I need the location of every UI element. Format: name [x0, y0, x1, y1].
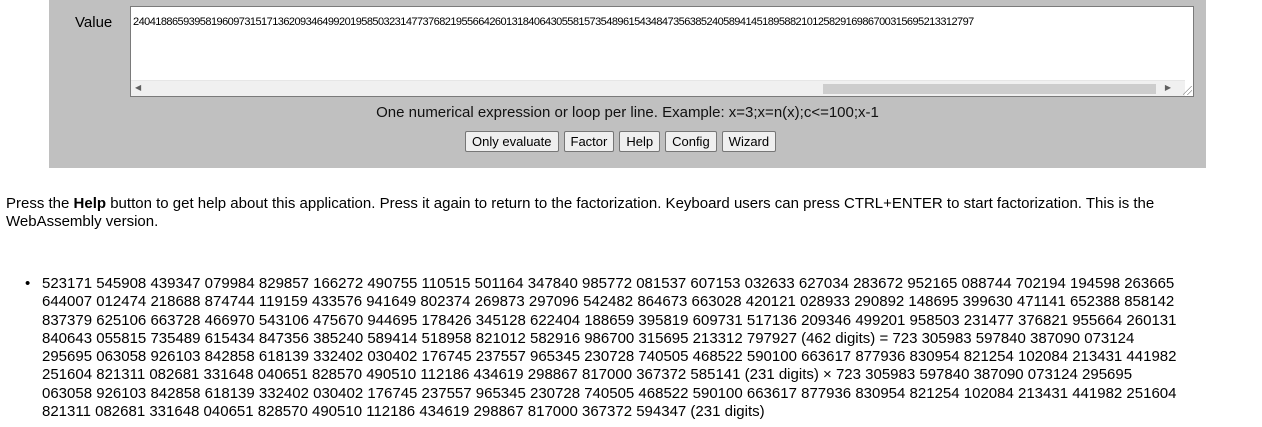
- scrollbar-thumb[interactable]: [823, 84, 1156, 94]
- help-button[interactable]: Help: [619, 131, 661, 152]
- input-hint: One numerical expression or loop per lin…: [376, 104, 879, 121]
- result-line: 840643 055815 735489 615434 847356 38524…: [42, 329, 1135, 347]
- scroll-right-arrow-icon[interactable]: ▶: [1165, 83, 1171, 92]
- help-text-prefix: Press the: [6, 195, 74, 212]
- result-line: 837379 625106 663728 466970 543106 47567…: [42, 311, 1177, 329]
- result-line: 063058 926103 842858 618139 332402 03040…: [42, 384, 1177, 402]
- result-list: • 523171 545908 439347 079984 829857 166…: [6, 275, 1256, 421]
- result-line: 251604 821311 082681 331648 040651 82857…: [42, 366, 1133, 384]
- factor-button[interactable]: Factor: [563, 131, 615, 152]
- value-textarea[interactable]: 2404188659395819609731517136209346499201…: [130, 6, 1194, 97]
- result-line: 644007 012474 218688 874744 119159 43357…: [42, 293, 1175, 311]
- help-text-suffix: button to get help about this applicatio…: [6, 195, 1155, 230]
- value-textarea-content[interactable]: 2404188659395819609731517136209346499201…: [133, 16, 974, 28]
- scroll-left-arrow-icon[interactable]: ◀: [135, 83, 141, 92]
- help-text-bold: Help: [73, 195, 107, 212]
- result-line: 295695 063058 926103 842858 618139 33240…: [42, 348, 1177, 366]
- resize-grip-icon[interactable]: [1183, 86, 1192, 95]
- result-line: 523171 545908 439347 079984 829857 16627…: [42, 275, 1175, 292]
- input-panel: Value 2404188659395819609731517136209346…: [49, 0, 1206, 168]
- button-row: Only evaluate Factor Help Config Wizard: [465, 131, 777, 152]
- wizard-button[interactable]: Wizard: [721, 131, 777, 152]
- value-label: Value: [75, 14, 113, 31]
- help-description: Press the Help button to get help about …: [6, 195, 1251, 231]
- horizontal-scrollbar[interactable]: ◀ ▶: [131, 80, 1185, 96]
- config-button[interactable]: Config: [665, 131, 717, 152]
- factorization-result: • 523171 545908 439347 079984 829857 166…: [6, 275, 1256, 421]
- result-line: 821311 082681 331648 040651 828570 49051…: [42, 403, 765, 421]
- bullet-icon: •: [25, 275, 31, 292]
- only-evaluate-button[interactable]: Only evaluate: [465, 131, 559, 152]
